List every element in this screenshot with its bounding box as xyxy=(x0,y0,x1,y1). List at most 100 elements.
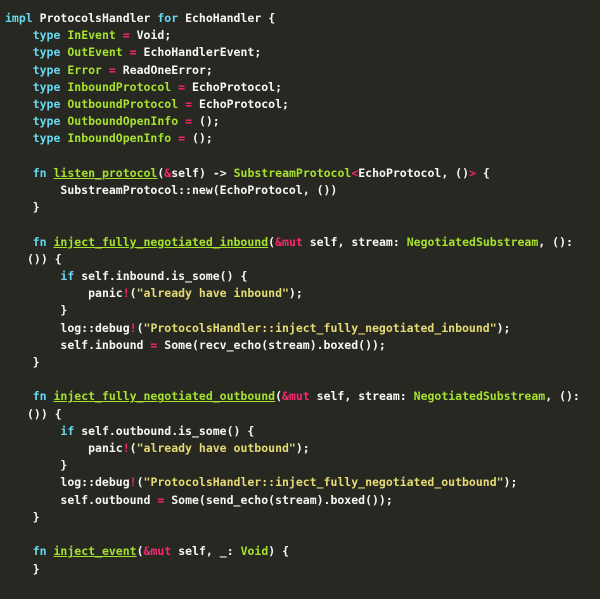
assoc-type-inbound-open-info: InboundOpenInfo xyxy=(67,131,172,146)
operator-arrow: -> xyxy=(212,165,227,180)
code-line-26: log::debug!("ProtocolsHandler::inject_fu… xyxy=(5,474,596,491)
brace-open: { xyxy=(268,11,276,25)
keyword-self: self xyxy=(171,165,199,180)
comma: , xyxy=(545,389,553,404)
assoc-type-outbound-open-info: OutboundOpenInfo xyxy=(67,114,179,129)
keyword-if: if xyxy=(60,423,75,438)
brace-open: { xyxy=(247,423,255,438)
code-line-19: self.inbound = Some(recv_echo(stream).bo… xyxy=(5,337,596,354)
semicolon: ; xyxy=(254,45,262,60)
keyword-type: type xyxy=(32,114,61,129)
operator-eq: = xyxy=(122,28,130,43)
function-inject-event: inject_event xyxy=(53,544,137,559)
assoc-type-inbound-protocol: InboundProtocol xyxy=(67,79,172,94)
type-read-one-error: ReadOneError xyxy=(122,62,206,77)
type-negotiated-substream: NegotiatedSubstream xyxy=(406,234,539,249)
code-line-2: type InEvent = Void; xyxy=(5,27,596,44)
expr-some-recv-echo: Some(recv_echo(stream).boxed()); xyxy=(164,337,386,352)
macro-panic: panic xyxy=(88,286,123,301)
source-code[interactable]: impl ProtocolsHandler for EchoHandler { … xyxy=(0,10,600,578)
type-echo-protocol: EchoProtocol xyxy=(192,79,276,94)
string-log-outbound: "ProtocolsHandler::inject_fully_negotiat… xyxy=(143,475,504,490)
keyword-fn: fn xyxy=(32,389,47,404)
operator-eq: = xyxy=(150,337,158,352)
keyword-type: type xyxy=(32,28,61,43)
semicolon: ; xyxy=(275,79,283,94)
operator-eq: = xyxy=(108,62,116,77)
brace-open: { xyxy=(240,269,248,284)
comma: , xyxy=(344,389,352,404)
operator-ref: & xyxy=(275,234,283,249)
unit-type: (); xyxy=(192,131,213,146)
code-line-14: fn inject_fully_negotiated_inbound(&mut … xyxy=(5,234,596,268)
code-line-28: } xyxy=(5,509,596,526)
code-line-23: if self.outbound.is_some() { xyxy=(5,423,596,440)
generic-close: > xyxy=(469,165,476,180)
code-line-30: fn inject_event(&mut self, _: Void) { xyxy=(5,543,596,560)
code-line-8: type InboundOpenInfo = (); xyxy=(5,130,596,147)
brace-open: { xyxy=(482,165,490,180)
code-line-12: } xyxy=(5,199,596,216)
keyword-fn: fn xyxy=(32,165,47,180)
operator-eq: = xyxy=(157,492,165,507)
paren-open: ( xyxy=(136,544,144,559)
comma: , xyxy=(337,234,345,249)
param-wildcard: _: xyxy=(219,544,234,559)
macro-bang: ! xyxy=(129,475,137,490)
operator-eq: = xyxy=(185,97,192,112)
param-stream: stream: xyxy=(351,234,400,249)
keyword-type: type xyxy=(32,97,61,112)
brace-close: } xyxy=(32,561,40,576)
code-line-7: type OutboundOpenInfo = (); xyxy=(5,113,596,130)
code-line-13-blank xyxy=(5,216,596,233)
expr-self-outbound-is-some: self.outbound.is_some() xyxy=(81,423,241,438)
type-echo-protocol: EchoProtocol, () xyxy=(358,165,470,180)
paren-close: ); xyxy=(288,286,303,301)
code-line-24: panic!("already have outbound"); xyxy=(5,440,596,457)
code-line-6: type OutboundProtocol = EchoProtocol; xyxy=(5,96,596,113)
code-line-21-blank xyxy=(5,371,596,388)
paren-open: ( xyxy=(129,441,137,456)
keyword-self: self xyxy=(309,234,338,249)
brace-close: } xyxy=(32,355,40,370)
keyword-type: type xyxy=(32,45,61,60)
string-log-inbound: "ProtocolsHandler::inject_fully_negotiat… xyxy=(143,320,497,335)
brace-open: { xyxy=(54,406,62,421)
brace-close: } xyxy=(60,303,68,318)
paren-open: ( xyxy=(129,286,137,301)
operator-eq: = xyxy=(185,114,192,129)
param-stream: stream: xyxy=(358,389,407,404)
code-line-25: } xyxy=(5,457,596,474)
code-line-31: } xyxy=(5,561,596,578)
brace-open: { xyxy=(282,544,290,559)
brace-close: } xyxy=(32,200,40,215)
code-editor-pane[interactable]: impl ProtocolsHandler for EchoHandler { … xyxy=(0,0,600,599)
type-void: Void xyxy=(240,544,269,559)
keyword-mut: mut xyxy=(288,389,310,404)
code-line-18: log::debug!("ProtocolsHandler::inject_fu… xyxy=(5,320,596,337)
assoc-type-outevent: OutEvent xyxy=(67,45,123,60)
semicolon: ; xyxy=(164,28,172,43)
operator-eq: = xyxy=(129,45,137,60)
function-listen-protocol: listen_protocol xyxy=(53,165,158,180)
code-line-1: impl ProtocolsHandler for EchoHandler { xyxy=(5,10,596,27)
brace-close: } xyxy=(32,509,40,524)
operator-eq: = xyxy=(178,131,186,146)
operator-eq: = xyxy=(178,79,186,94)
macro-bang: ! xyxy=(129,320,137,335)
paren-close: ); xyxy=(496,320,511,335)
expr-some-send-echo: Some(send_echo(stream).boxed()); xyxy=(171,492,393,507)
brace-open: { xyxy=(54,251,62,266)
code-line-27: self.outbound = Some(send_echo(stream).b… xyxy=(5,492,596,509)
keyword-if: if xyxy=(60,269,75,284)
macro-bang: ! xyxy=(122,286,130,301)
code-line-22: fn inject_fully_negotiated_outbound(&mut… xyxy=(5,388,596,422)
macro-bang: ! xyxy=(122,441,130,456)
code-line-4: type Error = ReadOneError; xyxy=(5,62,596,79)
code-line-16: panic!("already have inbound"); xyxy=(5,285,596,302)
unit-type: (); xyxy=(198,114,220,129)
keyword-type: type xyxy=(32,79,61,94)
comma: , xyxy=(538,234,546,249)
code-line-5: type InboundProtocol = EchoProtocol; xyxy=(5,79,596,96)
keyword-fn: fn xyxy=(32,544,47,559)
